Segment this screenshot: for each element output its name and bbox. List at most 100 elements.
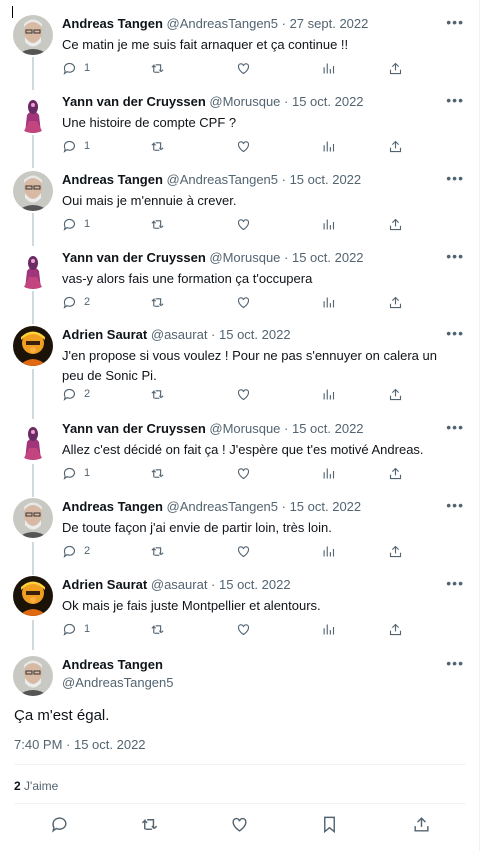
tweet-date[interactable]: 15 oct. 2022 xyxy=(292,421,364,436)
author-name[interactable]: Yann van der Cruyssen xyxy=(62,94,206,109)
retweet-button[interactable] xyxy=(150,385,165,403)
author-handle[interactable]: @AndreasTangen5 xyxy=(62,674,174,692)
share-button[interactable] xyxy=(388,293,403,311)
author-handle[interactable]: @AndreasTangen5 xyxy=(167,16,279,31)
reply-button[interactable] xyxy=(50,815,69,839)
like-button[interactable] xyxy=(236,293,251,311)
more-icon[interactable]: ••• xyxy=(446,171,464,185)
reply-button[interactable]: 1 xyxy=(62,137,90,155)
avatar-yann[interactable] xyxy=(13,93,53,133)
author-handle[interactable]: @AndreasTangen5 xyxy=(167,172,279,187)
tweet-date[interactable]: 15 oct. 2022 xyxy=(290,499,362,514)
author-name[interactable]: Adrien Saurat xyxy=(62,577,147,592)
views-button[interactable] xyxy=(321,620,336,638)
tweet-date[interactable]: 15 oct. 2022 xyxy=(219,327,291,342)
like-button[interactable] xyxy=(236,215,251,233)
tweet-date[interactable]: 15 oct. 2022 xyxy=(292,250,364,265)
avatar-andreas[interactable] xyxy=(13,171,53,211)
views-button[interactable] xyxy=(321,59,336,77)
tweet-date[interactable]: 15 oct. 2022 xyxy=(292,94,364,109)
avatar-andreas[interactable] xyxy=(13,656,53,696)
share-button[interactable] xyxy=(388,542,403,560)
more-icon[interactable]: ••• xyxy=(446,15,464,29)
more-icon[interactable]: ••• xyxy=(446,498,464,512)
author-handle[interactable]: @asaurat xyxy=(151,577,208,592)
tweet[interactable]: Andreas Tangen @AndreasTangen5 · 15 oct.… xyxy=(0,498,480,568)
like-button[interactable] xyxy=(236,385,251,403)
share-button[interactable] xyxy=(412,815,431,839)
author-name[interactable]: Adrien Saurat xyxy=(62,327,147,342)
reply-button[interactable]: 1 xyxy=(62,620,90,638)
more-icon[interactable]: ••• xyxy=(446,249,464,263)
avatar-yann[interactable] xyxy=(13,249,53,289)
retweet-button[interactable] xyxy=(150,293,165,311)
views-button[interactable] xyxy=(321,464,336,482)
tweet-date[interactable]: 15 oct. 2022 xyxy=(219,577,291,592)
author-handle[interactable]: @AndreasTangen5 xyxy=(167,499,279,514)
share-button[interactable] xyxy=(388,620,403,638)
like-button[interactable] xyxy=(236,137,251,155)
more-icon[interactable]: ••• xyxy=(446,576,464,590)
more-icon[interactable]: ••• xyxy=(446,93,464,107)
reply-button[interactable]: 2 xyxy=(62,385,90,403)
like-button[interactable] xyxy=(236,464,251,482)
reply-button[interactable]: 1 xyxy=(62,59,90,77)
more-icon[interactable]: ••• xyxy=(446,326,464,340)
author-name[interactable]: Yann van der Cruyssen xyxy=(62,421,206,436)
tweet-date[interactable]: 27 sept. 2022 xyxy=(290,16,369,31)
author-name[interactable]: Andreas Tangen xyxy=(62,16,163,31)
tweet-text: Ce matin je me suis fait arnaquer et ça … xyxy=(62,37,349,52)
tweet[interactable]: Adrien Saurat @asaurat · 15 oct. 2022 ••… xyxy=(0,326,480,414)
author-name[interactable]: Andreas Tangen xyxy=(62,172,163,187)
retweet-button[interactable] xyxy=(140,815,159,839)
avatar-yann[interactable] xyxy=(13,420,53,460)
like-button[interactable] xyxy=(236,59,251,77)
reply-button[interactable]: 1 xyxy=(62,215,90,233)
retweet-button[interactable] xyxy=(150,542,165,560)
tweet[interactable]: Adrien Saurat @asaurat · 15 oct. 2022 ••… xyxy=(0,576,480,646)
author-handle[interactable]: @Morusque xyxy=(209,250,280,265)
avatar-adrien[interactable] xyxy=(13,576,53,616)
views-button[interactable] xyxy=(321,385,336,403)
author-handle[interactable]: @Morusque xyxy=(209,94,280,109)
bookmark-button[interactable] xyxy=(320,815,339,839)
avatar-andreas[interactable] xyxy=(13,15,53,55)
main-tweet-timestamp[interactable]: 7:40 PM · 15 oct. 2022 xyxy=(14,736,146,754)
retweet-button[interactable] xyxy=(150,215,165,233)
author-handle[interactable]: @Morusque xyxy=(209,421,280,436)
retweet-button[interactable] xyxy=(150,59,165,77)
tweet[interactable]: Andreas Tangen @AndreasTangen5 · 27 sept… xyxy=(0,15,480,85)
author-handle[interactable]: @asaurat xyxy=(151,327,208,342)
share-button[interactable] xyxy=(388,385,403,403)
retweet-button[interactable] xyxy=(150,137,165,155)
views-button[interactable] xyxy=(321,215,336,233)
tweet-date[interactable]: 15 oct. 2022 xyxy=(290,172,362,187)
tweet[interactable]: Yann van der Cruyssen @Morusque · 15 oct… xyxy=(0,93,480,163)
tweet[interactable]: Yann van der Cruyssen @Morusque · 15 oct… xyxy=(0,249,480,319)
share-button[interactable] xyxy=(388,215,403,233)
more-icon[interactable]: ••• xyxy=(446,420,464,434)
retweet-button[interactable] xyxy=(150,464,165,482)
like-button[interactable] xyxy=(230,815,249,839)
views-button[interactable] xyxy=(321,137,336,155)
share-button[interactable] xyxy=(388,464,403,482)
reply-button[interactable]: 2 xyxy=(62,542,90,560)
share-button[interactable] xyxy=(388,59,403,77)
tweet[interactable]: Yann van der Cruyssen @Morusque · 15 oct… xyxy=(0,420,480,490)
author-name[interactable]: Yann van der Cruyssen xyxy=(62,250,206,265)
author-name[interactable]: Andreas Tangen xyxy=(62,657,163,672)
likes-summary[interactable]: 2 J'aime xyxy=(14,778,58,794)
views-button[interactable] xyxy=(321,542,336,560)
views-button[interactable] xyxy=(321,293,336,311)
like-button[interactable] xyxy=(236,620,251,638)
avatar-adrien[interactable] xyxy=(13,326,53,366)
more-icon[interactable]: ••• xyxy=(446,656,464,670)
retweet-button[interactable] xyxy=(150,620,165,638)
share-button[interactable] xyxy=(388,137,403,155)
tweet[interactable]: Andreas Tangen @AndreasTangen5 · 15 oct.… xyxy=(0,171,480,241)
like-button[interactable] xyxy=(236,542,251,560)
reply-button[interactable]: 1 xyxy=(62,464,90,482)
avatar-andreas[interactable] xyxy=(13,498,53,538)
reply-button[interactable]: 2 xyxy=(62,293,90,311)
author-name[interactable]: Andreas Tangen xyxy=(62,499,163,514)
